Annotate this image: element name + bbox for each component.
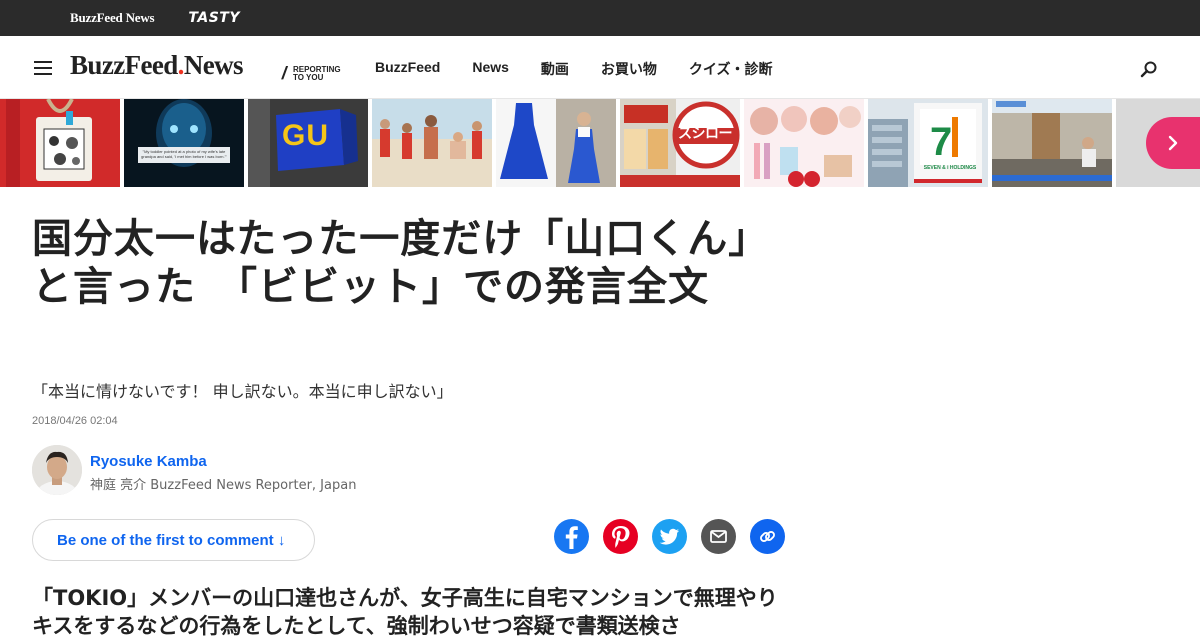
trending-thumb-ghost-photo[interactable]: "My toddler pointed at a photo of my wif… — [124, 99, 244, 187]
trending-thumb-seven-holdings[interactable]: 7 SEVEN & i HOLDINGS — [868, 99, 988, 187]
author-title: 神庭 亮介 BuzzFeed News Reporter, Japan — [90, 478, 357, 493]
chevron-right-icon — [1168, 135, 1178, 151]
share-facebook-button[interactable] — [554, 519, 589, 554]
trending-thumb-cosmetics[interactable] — [744, 99, 864, 187]
trending-thumb-blue-dress[interactable] — [496, 99, 616, 187]
nav-link-news[interactable]: News — [472, 59, 509, 79]
comment-button[interactable]: Be one of the first to comment ↓ — [32, 519, 315, 561]
author-name-link[interactable]: Ryosuke Kamba — [90, 453, 207, 470]
buzzfeed-news-brand-link[interactable]: BuzzFeed News — [70, 10, 155, 26]
buzzfeed-news-logo[interactable]: BuzzFeed.News — [70, 50, 244, 81]
search-icon[interactable] — [1140, 60, 1158, 78]
nav-link-shopping[interactable]: お買い物 — [601, 59, 657, 79]
article-date: 2018/04/26 02:04 — [32, 415, 118, 427]
hamburger-menu-icon[interactable] — [34, 61, 52, 75]
envelope-icon — [710, 530, 727, 543]
author-avatar[interactable] — [32, 445, 82, 495]
nav-link-quiz[interactable]: クイズ・診断 — [689, 59, 773, 79]
trending-strip: "My toddler pointed at a photo of my wif… — [0, 99, 1200, 187]
share-twitter-button[interactable] — [652, 519, 687, 554]
facebook-icon — [565, 526, 578, 549]
pinterest-icon — [612, 526, 630, 548]
svg-text:7: 7 — [930, 120, 952, 164]
article-subtitle: 「本当に情けないです！ 申し訳ない。本当に申し訳ない」 — [32, 382, 453, 401]
share-email-button[interactable] — [701, 519, 736, 554]
seven-holdings-sign-text: SEVEN & i HOLDINGS — [923, 165, 977, 171]
trending-thumb-beach-run[interactable] — [372, 99, 492, 187]
trending-thumb-gu-store[interactable]: GU — [248, 99, 368, 187]
nav-link-video[interactable]: 動画 — [541, 59, 569, 79]
article-lead-paragraph: 「TOKIO」メンバーの山口達也さんが、女子高生に自宅マンションで無理やりキスを… — [32, 586, 778, 638]
gu-sign-text: GU — [282, 119, 329, 152]
trending-thumb-sushiro[interactable]: スシロー — [620, 99, 740, 187]
tasty-brand-link[interactable]: TASTY — [188, 10, 240, 26]
share-copy-link-button[interactable] — [750, 519, 785, 554]
article-title: 国分太一はたった一度だけ「山口くん」と言った 「ビビット」での発言全文 — [32, 216, 770, 310]
link-icon — [760, 531, 775, 542]
trending-thumb-hallway[interactable] — [992, 99, 1112, 187]
brand-bar: BuzzFeed News TASTY — [0, 0, 1200, 36]
sushiro-sign-text: スシロー — [678, 125, 733, 141]
twitter-icon — [659, 528, 679, 545]
trending-thumb-tote-bag[interactable] — [0, 99, 120, 187]
reporting-to-you-tagline: / REPORTING TO YOU — [280, 63, 341, 83]
ghost-photo-caption: "My toddler pointed at a photo of my wif… — [141, 149, 227, 159]
nav-links: BuzzFeed News 動画 お買い物 クイズ・診断 — [375, 59, 773, 79]
main-nav: BuzzFeed.News / REPORTING TO YOU BuzzFeed… — [0, 36, 1200, 99]
trending-next-button[interactable] — [1146, 117, 1200, 169]
nav-link-buzzfeed[interactable]: BuzzFeed — [375, 59, 440, 79]
share-pinterest-button[interactable] — [603, 519, 638, 554]
